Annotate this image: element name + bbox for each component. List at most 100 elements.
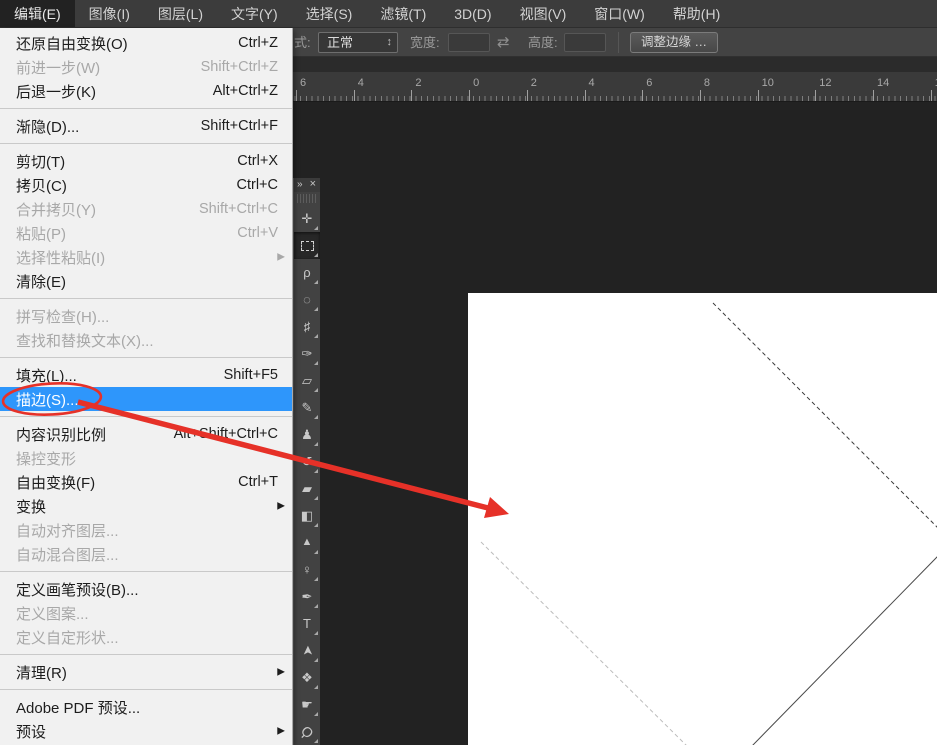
collapse-panel-icon[interactable]: » [297,178,303,191]
dropdown-arrows-icon: ↕ [387,33,393,52]
ruler-major-tick [931,90,932,101]
zoom-tool[interactable]: Ϙ [294,718,320,745]
move-tool[interactable]: ✛ [294,205,320,232]
menu-item[interactable]: Adobe PDF 预设... [0,695,292,719]
pen-tool[interactable]: ✒ [294,583,320,610]
options-separator [618,32,619,53]
menu-item[interactable]: 变换▶ [0,494,292,518]
menu-item-label: 剪切(T) [16,151,65,172]
menubar-item[interactable]: 文字(Y) [217,0,292,27]
menu-item[interactable]: 拷贝(C)Ctrl+C [0,173,292,197]
paint-bucket-tool[interactable]: ◧ [294,502,320,529]
healing-brush-tool[interactable]: ▱ [294,367,320,394]
width-input[interactable] [448,33,490,52]
menu-item[interactable]: 粘贴(P)Ctrl+V [0,221,292,245]
menu-item[interactable]: 定义画笔预设(B)... [0,577,292,601]
tools-list: ✛ ρ ◌ ♯ ✑▱✎ ♟ ↺▰ ◧ ▲ ♀✒T ➤ ❖ ☛ Ϙ [294,205,320,745]
menu-item[interactable]: 操控变形 [0,446,292,470]
quick-selection-tool[interactable]: ◌ [294,286,320,313]
menu-separator [0,298,292,299]
swap-dimensions-icon[interactable]: ⇄ [497,28,510,57]
height-input[interactable] [564,33,606,52]
menubar-item[interactable]: 帮助(H) [659,0,734,27]
panel-grip[interactable] [297,194,317,203]
menu-item[interactable]: 拼写检查(H)... [0,304,292,328]
menubar-item[interactable]: 滤镜(T) [366,0,440,27]
ruler-major-tick [815,90,816,101]
menu-item[interactable]: 清除(E) [0,269,292,293]
menu-item[interactable]: 合并拷贝(Y)Shift+Ctrl+C [0,197,292,221]
mode-label: 式: [294,28,311,57]
menubar-item[interactable]: 图层(L) [144,0,217,27]
blur-tool[interactable]: ▲ [294,529,320,556]
menu-separator [0,143,292,144]
ruler-tick-label: 8 [704,77,710,89]
dodge-tool[interactable]: ♀ [294,556,320,583]
menu-item[interactable]: 自由变换(F)Ctrl+T [0,470,292,494]
ruler-major-tick [354,90,355,101]
path-selection-tool[interactable]: ➤ [294,637,320,664]
ruler-major-tick [296,90,297,101]
menu-item-label: 拼写检查(H)... [16,306,109,327]
menu-item[interactable]: 定义自定形状... [0,625,292,649]
menubar-item[interactable]: 视图(V) [506,0,581,27]
blend-mode-select[interactable]: 正常 ↕ [318,32,398,53]
menubar-item[interactable]: 选择(S) [292,0,367,27]
menu-item[interactable]: 渐隐(D)...Shift+Ctrl+F [0,114,292,138]
menu-item[interactable]: 自动混合图层... [0,542,292,566]
close-panel-icon[interactable]: × [310,178,316,191]
menu-item-label: 粘贴(P) [16,223,66,244]
path-selection-tool-icon: ➤ [301,645,314,656]
crop-tool[interactable]: ♯ [294,313,320,340]
menu-item-label: 清理(R) [16,662,67,683]
history-brush-tool[interactable]: ↺ [294,448,320,475]
refine-edge-button[interactable]: 调整边缘 … [630,32,718,53]
quick-selection-tool-icon: ◌ [303,293,311,306]
menu-item-label: 渐隐(D)... [16,116,79,137]
menu-item[interactable]: 填充(L)...Shift+F5 [0,363,292,387]
blur-tool-icon: ▲ [302,537,313,548]
menu-item[interactable]: 还原自由变换(O)Ctrl+Z [0,31,292,55]
menu-item[interactable]: 查找和替换文本(X)... [0,328,292,352]
menu-item[interactable]: 预设▶ [0,719,292,743]
photoshop-window: 编辑(E)图像(I)图层(L)文字(Y)选择(S)滤镜(T)3D(D)视图(V)… [0,0,937,745]
menu-item[interactable]: 定义图案... [0,601,292,625]
menu-item-shortcut: Alt+Shift+Ctrl+C [174,426,278,442]
rectangular-marquee-tool[interactable] [294,232,320,259]
clone-stamp-tool[interactable]: ♟ [294,421,320,448]
move-tool-icon: ✛ [302,212,313,225]
hand-tool-icon: ☛ [301,698,313,711]
menu-item[interactable]: 自动对齐图层... [0,518,292,542]
menu-item[interactable]: 后退一步(K)Alt+Ctrl+Z [0,79,292,103]
crop-tool-icon: ♯ [304,320,311,333]
hand-tool[interactable]: ☛ [294,691,320,718]
menu-item[interactable]: 前进一步(W)Shift+Ctrl+Z [0,55,292,79]
eraser-tool[interactable]: ▰ [294,475,320,502]
menu-item[interactable]: 清理(R)▶ [0,660,292,684]
ruler-tick-label: 14 [877,77,889,89]
menu-separator [0,689,292,690]
submenu-arrow-icon: ▶ [277,501,285,512]
eyedropper-tool[interactable]: ✑ [294,340,320,367]
menu-item[interactable]: 内容识别比例Alt+Shift+Ctrl+C [0,422,292,446]
lasso-tool[interactable]: ρ [294,259,320,286]
menu-item-label: Adobe PDF 预设... [16,697,140,718]
paint-bucket-tool-icon: ◧ [301,509,313,522]
menu-separator [0,416,292,417]
menubar-item[interactable]: 编辑(E) [0,0,75,27]
menu-item[interactable]: 描边(S)... [0,387,292,411]
document-canvas[interactable] [468,293,937,745]
menu-separator [0,571,292,572]
menu-item-label: 填充(L)... [16,365,77,386]
menubar-item[interactable]: 图像(I) [75,0,144,27]
clone-stamp-tool-icon: ♟ [301,428,313,441]
brush-tool[interactable]: ✎ [294,394,320,421]
menu-separator [0,654,292,655]
menu-item-shortcut: Shift+Ctrl+Z [201,59,278,75]
type-tool[interactable]: T [294,610,320,637]
menu-item[interactable]: 剪切(T)Ctrl+X [0,149,292,173]
menubar-item[interactable]: 3D(D) [440,0,505,27]
custom-shape-tool[interactable]: ❖ [294,664,320,691]
menubar-item[interactable]: 窗口(W) [580,0,659,27]
menu-item[interactable]: 选择性粘贴(I)▶ [0,245,292,269]
